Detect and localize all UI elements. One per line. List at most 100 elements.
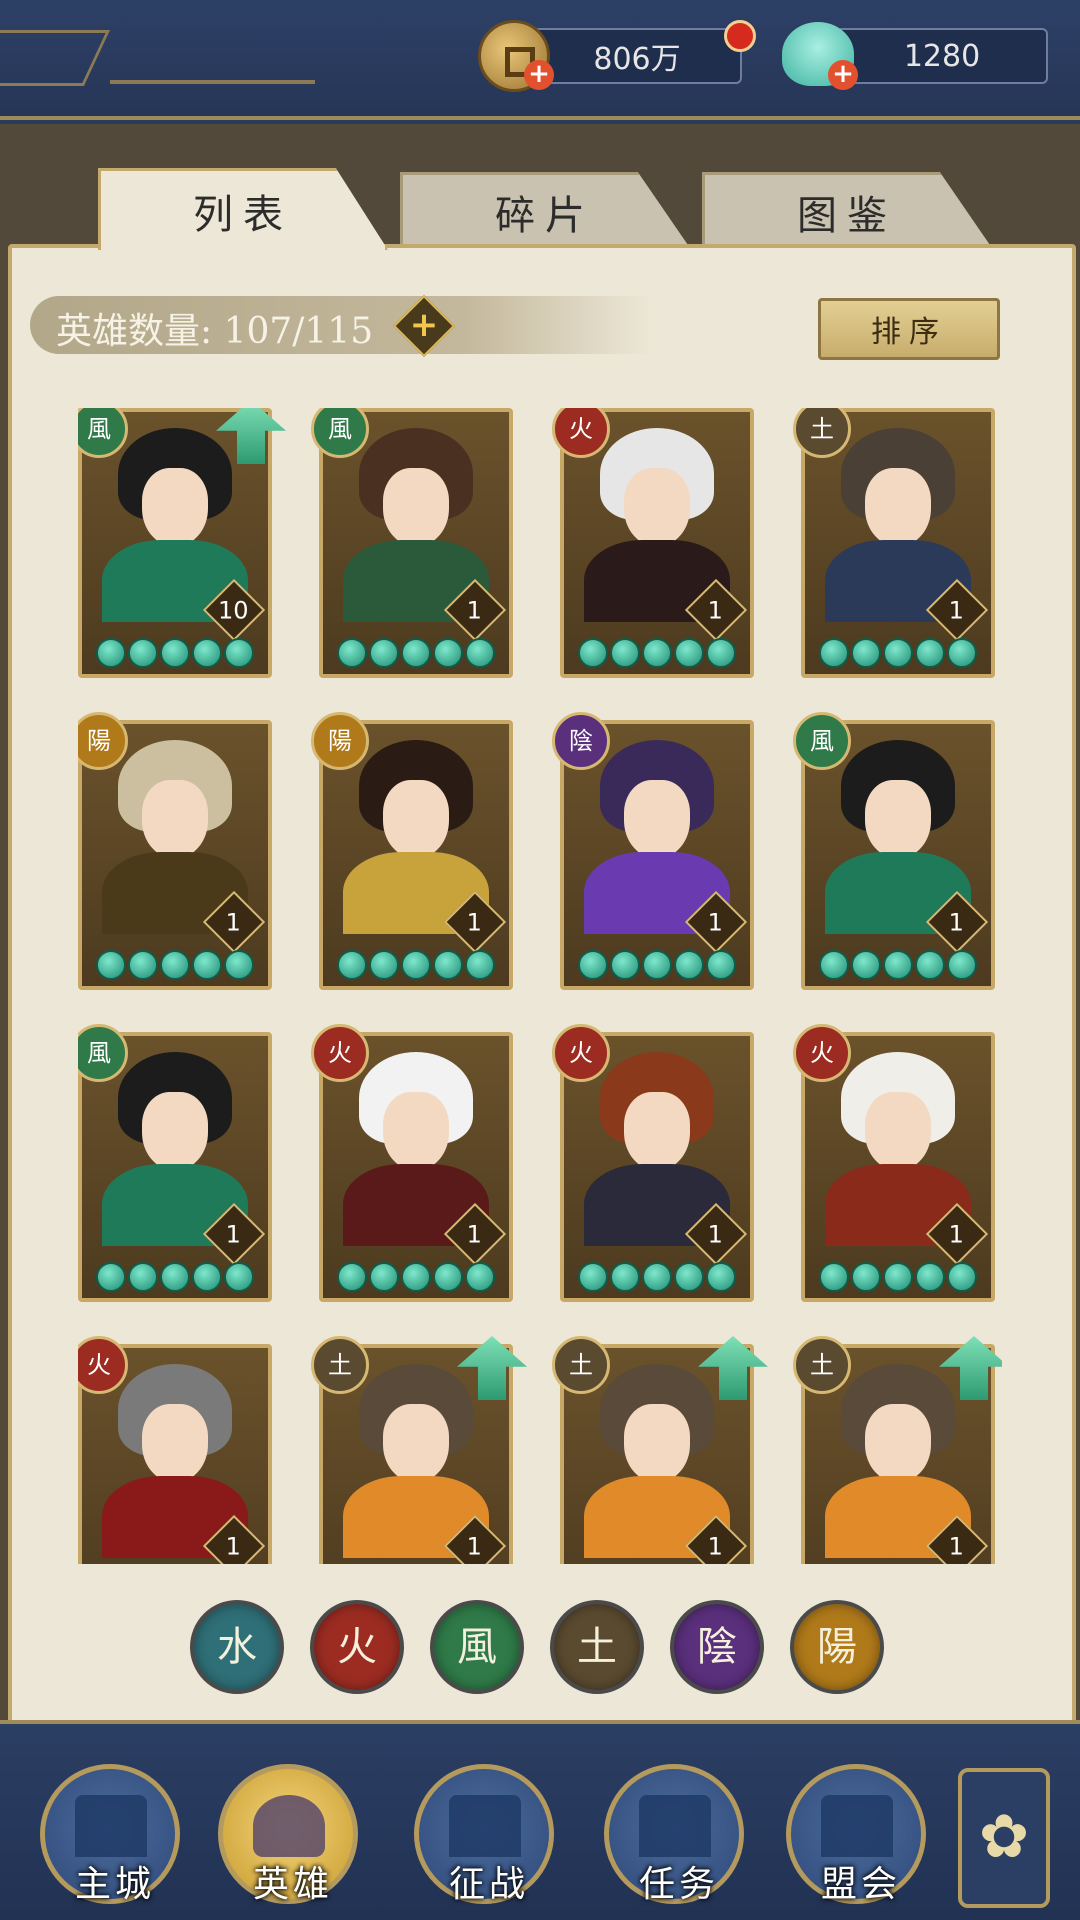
sort-button[interactable]: 排序	[818, 298, 1000, 360]
star-icon	[674, 950, 704, 980]
star-icon	[465, 1262, 495, 1292]
hero-face	[865, 1404, 931, 1482]
star-icon	[674, 1262, 704, 1292]
star-rating	[819, 950, 989, 980]
hero-portrait-icon	[253, 1795, 325, 1857]
star-rating	[96, 1262, 266, 1292]
hero-card[interactable]: 土 1	[793, 1336, 1002, 1564]
hero-card[interactable]: 風 1	[78, 1024, 272, 1302]
level-value: 1	[466, 1220, 482, 1249]
star-icon	[915, 1262, 945, 1292]
add-coins-button[interactable]: +	[524, 60, 554, 90]
star-icon	[578, 638, 608, 668]
filter-yang-button[interactable]: 陽	[790, 1600, 884, 1694]
bottom-navigation: ✿ 主城 英雄 征战 任务 盟会	[0, 1720, 1080, 1920]
star-icon	[610, 1262, 640, 1292]
star-icon	[337, 950, 367, 980]
filter-earth-button[interactable]: 土	[550, 1600, 644, 1694]
star-icon	[401, 950, 431, 980]
star-rating	[578, 950, 748, 980]
star-rating	[96, 638, 266, 668]
hero-card[interactable]: 火 1	[552, 1024, 754, 1302]
hero-card[interactable]: 土 1	[793, 408, 995, 678]
hero-card[interactable]: 陽 1	[311, 712, 513, 990]
star-icon	[819, 1262, 849, 1292]
hero-face	[383, 468, 449, 546]
star-icon	[401, 638, 431, 668]
hero-card[interactable]: 土 1	[311, 1336, 527, 1564]
star-icon	[883, 638, 913, 668]
star-icon	[369, 1262, 399, 1292]
hero-count-label: 英雄数量: 107/115	[56, 311, 374, 352]
star-icon	[433, 1262, 463, 1292]
level-value: 1	[948, 908, 964, 937]
star-icon	[610, 638, 640, 668]
coins-counter: 806万	[532, 28, 742, 84]
add-shells-button[interactable]: +	[828, 60, 858, 90]
hero-card[interactable]: 陰 1	[552, 712, 754, 990]
star-icon	[369, 950, 399, 980]
star-icon	[465, 638, 495, 668]
notification-dot	[724, 20, 756, 52]
star-icon	[337, 638, 367, 668]
hero-card[interactable]: 陽 1	[78, 712, 272, 990]
hero-card[interactable]: 風 1	[793, 712, 995, 990]
element-badge: 火	[793, 1024, 851, 1082]
hero-card[interactable]: 火 1	[552, 408, 754, 678]
hero-face	[142, 1404, 208, 1482]
star-rating	[337, 638, 507, 668]
coins-value: 806万	[593, 42, 681, 77]
star-icon	[642, 950, 672, 980]
more-menu-button[interactable]: ✿	[958, 1768, 1050, 1908]
level-value: 1	[225, 1532, 241, 1561]
filter-wind-button[interactable]: 風	[430, 1600, 524, 1694]
level-value: 1	[225, 1220, 241, 1249]
star-rating	[578, 638, 748, 668]
star-icon	[96, 1262, 126, 1292]
nav-war-horn-button[interactable]: 征战	[414, 1764, 554, 1905]
filter-fire-button[interactable]: 火	[310, 1600, 404, 1694]
hero-card[interactable]: 風 10	[78, 408, 286, 678]
level-value: 1	[466, 1532, 482, 1561]
war-horn-icon	[449, 1795, 521, 1857]
star-icon	[160, 950, 190, 980]
filter-yin-button[interactable]: 陰	[670, 1600, 764, 1694]
nav-alliance-hall-button[interactable]: 盟会	[786, 1764, 926, 1905]
element-badge: 火	[552, 1024, 610, 1082]
hero-card[interactable]: 風 1	[311, 408, 513, 678]
star-icon	[96, 638, 126, 668]
city-gate-icon	[75, 1795, 147, 1857]
top-resource-bar: 806万 + 1280 +	[0, 0, 1080, 120]
star-icon	[465, 950, 495, 980]
nav-city-gate-button[interactable]: 主城	[40, 1764, 180, 1905]
hero-face	[624, 1404, 690, 1482]
element-badge: 陽	[311, 712, 369, 770]
hero-card[interactable]: 土 1	[552, 1336, 768, 1564]
hero-face	[383, 780, 449, 858]
element-badge: 陰	[552, 712, 610, 770]
plus-icon: +	[409, 305, 439, 345]
star-icon	[128, 1262, 158, 1292]
filter-water-button[interactable]: 水	[190, 1600, 284, 1694]
shells-value: 1280	[903, 38, 981, 74]
star-icon	[192, 950, 222, 980]
level-value: 1	[707, 596, 723, 625]
nav-scroll-button[interactable]: 任务	[604, 1764, 744, 1905]
star-rating	[337, 950, 507, 980]
level-value: 1	[707, 1220, 723, 1249]
star-icon	[369, 638, 399, 668]
star-rating	[819, 638, 989, 668]
star-icon	[160, 1262, 190, 1292]
star-icon	[819, 638, 849, 668]
element-badge: 風	[793, 712, 851, 770]
star-icon	[947, 950, 977, 980]
hero-card[interactable]: 火 1	[311, 1024, 513, 1302]
hero-face	[142, 780, 208, 858]
hero-card[interactable]: 火 1	[793, 1024, 995, 1302]
hero-card[interactable]: 火 1	[78, 1336, 272, 1564]
nav-hero-portrait-button[interactable]: 英雄	[218, 1764, 358, 1905]
level-value: 1	[466, 596, 482, 625]
star-rating	[96, 950, 266, 980]
shells-counter: 1280	[836, 28, 1048, 84]
nav-label: 征战	[448, 1864, 529, 1905]
